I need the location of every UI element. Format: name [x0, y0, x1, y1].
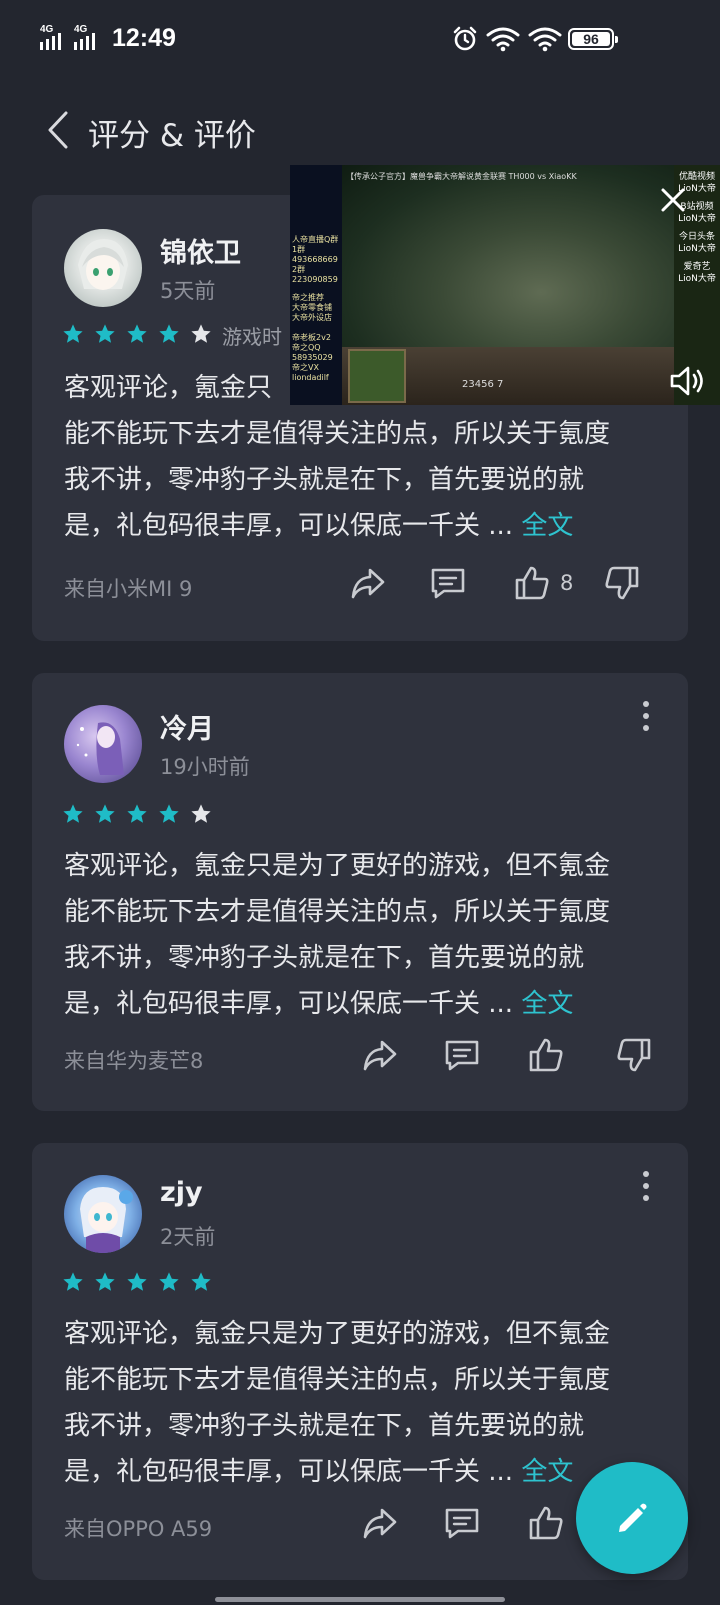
- back-button[interactable]: [40, 108, 76, 152]
- star-filled-icon: [127, 324, 147, 343]
- full-text-link[interactable]: 全文: [521, 1457, 573, 1487]
- star-filled-icon: [95, 804, 115, 823]
- review-line: 我不讲，零冲豹子头就是在下，首先要说的就: [64, 465, 585, 495]
- like-button[interactable]: 8: [514, 563, 573, 603]
- star-filled-icon: [159, 324, 179, 343]
- review-time: 5天前: [160, 279, 216, 303]
- video-left-overlay: 人帝直播Q群 1群493668669 2群223090859 帝之推荐 大帝零食…: [290, 165, 342, 405]
- avatar[interactable]: [64, 1175, 142, 1253]
- review-text[interactable]: 客观评论，氪金只是为了更好的游戏，但不氪金 能不能玩下去才是值得关注的点，所以关…: [64, 1311, 654, 1495]
- thumbs-up-icon: [515, 566, 549, 600]
- like-count: 8: [560, 571, 574, 595]
- home-indicator[interactable]: [215, 1597, 505, 1602]
- volume-icon[interactable]: [668, 361, 708, 401]
- wifi-2-icon: [528, 27, 562, 52]
- rating-stars: [62, 1271, 212, 1293]
- pencil-icon: [619, 1503, 647, 1532]
- avatar[interactable]: [64, 229, 142, 307]
- review-time: 19小时前: [160, 755, 250, 779]
- thumbs-up-icon: [529, 1038, 563, 1072]
- dislike-button[interactable]: [616, 1035, 652, 1075]
- battery-icon: 96: [568, 28, 618, 50]
- status-time: 12:49: [112, 24, 176, 52]
- dislike-button[interactable]: [604, 563, 640, 603]
- rating-stars: [62, 803, 212, 825]
- write-review-button[interactable]: [576, 1462, 688, 1574]
- share-button[interactable]: [362, 1035, 398, 1075]
- like-button[interactable]: [528, 1035, 564, 1075]
- device-label: 来自小米MI 9: [64, 577, 193, 601]
- star-filled-icon: [63, 1272, 83, 1291]
- alarm-icon: [453, 26, 477, 51]
- star-filled-icon: [127, 1272, 147, 1291]
- share-icon: [351, 568, 385, 599]
- thumbs-down-icon: [617, 1038, 651, 1072]
- comment-icon: [431, 568, 465, 599]
- cellular-signal-2-icon: 4G: [74, 24, 108, 52]
- star-filled-icon: [159, 1272, 179, 1291]
- chevron-left-icon: [48, 111, 68, 149]
- share-button[interactable]: [350, 563, 386, 603]
- video-minimap: [348, 349, 406, 403]
- like-button[interactable]: [528, 1503, 564, 1543]
- review-line: 我不讲，零冲豹子头就是在下，首先要说的就: [64, 943, 585, 973]
- thumbs-up-icon: [529, 1506, 563, 1540]
- full-text-link[interactable]: 全文: [521, 989, 573, 1019]
- rating-stars: [62, 323, 212, 345]
- battery-level: 96: [583, 31, 599, 47]
- review-line: 能不能玩下去才是值得关注的点，所以关于氪度: [64, 419, 611, 449]
- star-filled-icon: [127, 804, 147, 823]
- review-line: 能不能玩下去才是值得关注的点，所以关于氪度: [64, 897, 611, 927]
- share-icon: [363, 1040, 397, 1071]
- review-line: 我不讲，零冲豹子头就是在下，首先要说的就: [64, 1411, 585, 1441]
- star-filled-icon: [95, 1272, 115, 1291]
- comment-button[interactable]: [430, 563, 466, 603]
- cellular-signal-1-icon: 4G: [40, 24, 74, 52]
- full-text-link[interactable]: 全文: [521, 511, 573, 541]
- star-filled-icon: [63, 324, 83, 343]
- close-icon[interactable]: [658, 185, 688, 215]
- review-line: 是，礼包码很丰厚，可以保底一千关 ...: [64, 511, 514, 541]
- share-icon: [363, 1508, 397, 1539]
- thumbs-down-icon: [605, 566, 639, 600]
- header: 评分 & 评价: [0, 90, 720, 170]
- review-time: 2天前: [160, 1225, 216, 1249]
- star-empty-icon: [191, 804, 211, 823]
- star-filled-icon: [159, 804, 179, 823]
- star-filled-icon: [95, 324, 115, 343]
- username[interactable]: 锦依卫: [160, 231, 241, 270]
- more-options-button[interactable]: [634, 1171, 658, 1201]
- share-button[interactable]: [362, 1503, 398, 1543]
- comment-button[interactable]: [444, 1503, 480, 1543]
- avatar[interactable]: [64, 705, 142, 783]
- review-line: 客观评论，氪金只是为了更好的游戏，但不氪金: [64, 851, 611, 881]
- page-title: 评分 & 评价: [88, 118, 256, 154]
- device-label: 来自华为麦芒8: [64, 1049, 204, 1073]
- review-text[interactable]: 客观评论，氪金只是为了更好的游戏，但不氪金 能不能玩下去才是值得关注的点，所以关…: [64, 843, 654, 1027]
- username[interactable]: zjy: [160, 1177, 203, 1208]
- comment-icon: [445, 1508, 479, 1539]
- device-label: 来自OPPO A59: [64, 1517, 213, 1541]
- star-empty-icon: [191, 324, 211, 343]
- review-card: 冷月 19小时前 客观评论，氪金只是为了更好的游戏，但不氪金 能不能玩下去才是值…: [32, 673, 688, 1111]
- review-line: 客观评论，氪金只是为了更好的游戏，但不氪金: [64, 1319, 611, 1349]
- username[interactable]: 冷月: [160, 707, 214, 746]
- review-line: 能不能玩下去才是值得关注的点，所以关于氪度: [64, 1365, 611, 1395]
- star-filled-icon: [191, 1272, 211, 1291]
- more-options-button[interactable]: [634, 701, 658, 731]
- comment-button[interactable]: [444, 1035, 480, 1075]
- review-line: 是，礼包码很丰厚，可以保底一千关 ...: [64, 989, 514, 1019]
- pip-video-player[interactable]: 【传承公子官方】魔兽争霸大帝解说黄金联赛 TH000 vs XiaoKK 人帝直…: [290, 165, 720, 405]
- star-filled-icon: [63, 804, 83, 823]
- playtime: 游戏时: [222, 325, 282, 349]
- wifi-icon: [486, 27, 520, 52]
- video-frame: [342, 165, 674, 347]
- review-line: 是，礼包码很丰厚，可以保底一千关 ...: [64, 1457, 514, 1487]
- comment-icon: [445, 1040, 479, 1071]
- status-bar: 4G 4G 12:49 96: [0, 0, 720, 80]
- video-title: 【传承公子官方】魔兽争霸大帝解说黄金联赛 TH000 vs XiaoKK: [346, 172, 577, 181]
